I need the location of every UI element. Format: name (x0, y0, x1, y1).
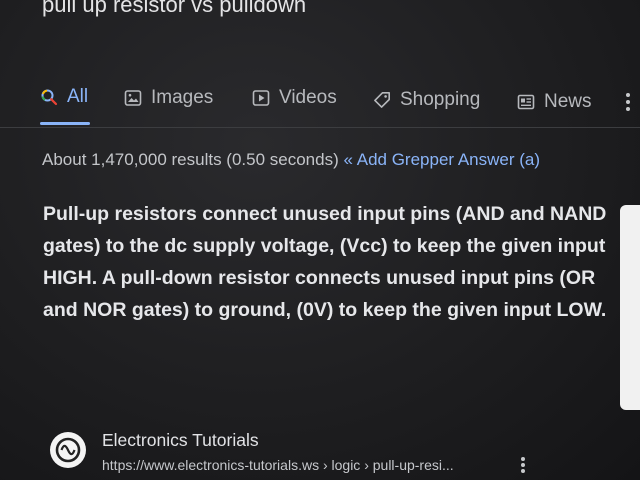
image-icon (124, 89, 142, 107)
tab-news[interactable]: News (517, 89, 592, 115)
tab-label: All (67, 86, 89, 107)
search-icon (40, 88, 58, 106)
results-stats: About 1,470,000 results (0.50 seconds) «… (42, 150, 540, 170)
play-icon (252, 89, 270, 107)
tabs-divider (0, 127, 640, 128)
tab-shopping[interactable]: Shopping (373, 87, 480, 113)
search-query[interactable]: pull up resistor vs pulldown (42, 0, 306, 18)
tab-all[interactable]: All (40, 84, 88, 110)
results-count: About 1,470,000 results (0.50 seconds) (42, 150, 339, 169)
newspaper-icon (517, 93, 535, 111)
side-panel-edge (620, 205, 640, 410)
add-grepper-answer-link[interactable]: « Add Grepper Answer (a) (343, 150, 540, 169)
tab-label: Shopping (400, 89, 481, 110)
tag-icon (373, 91, 391, 109)
featured-snippet-text: Pull-up resistors connect unused input p… (43, 203, 607, 321)
tab-label: Videos (279, 87, 337, 108)
tab-images[interactable]: Images (124, 85, 213, 111)
source-url[interactable]: https://www.electronics-tutorials.ws › l… (102, 457, 454, 473)
tab-label: Images (151, 87, 214, 108)
electronics-tutorials-favicon-icon (50, 432, 86, 468)
active-tab-indicator (40, 122, 90, 125)
search-tabs: All Images Videos Shopping News (40, 84, 640, 128)
more-tabs-icon[interactable] (625, 93, 631, 111)
tab-label: News (544, 91, 592, 112)
tab-videos[interactable]: Videos (252, 85, 337, 111)
source-result[interactable]: Electronics Tutorials https://www.electr… (50, 430, 640, 480)
browser-screen: pull up resistor vs pulldown All Images … (0, 0, 640, 480)
source-name[interactable]: Electronics Tutorials (102, 430, 259, 451)
more-options-icon[interactable] (520, 457, 526, 473)
